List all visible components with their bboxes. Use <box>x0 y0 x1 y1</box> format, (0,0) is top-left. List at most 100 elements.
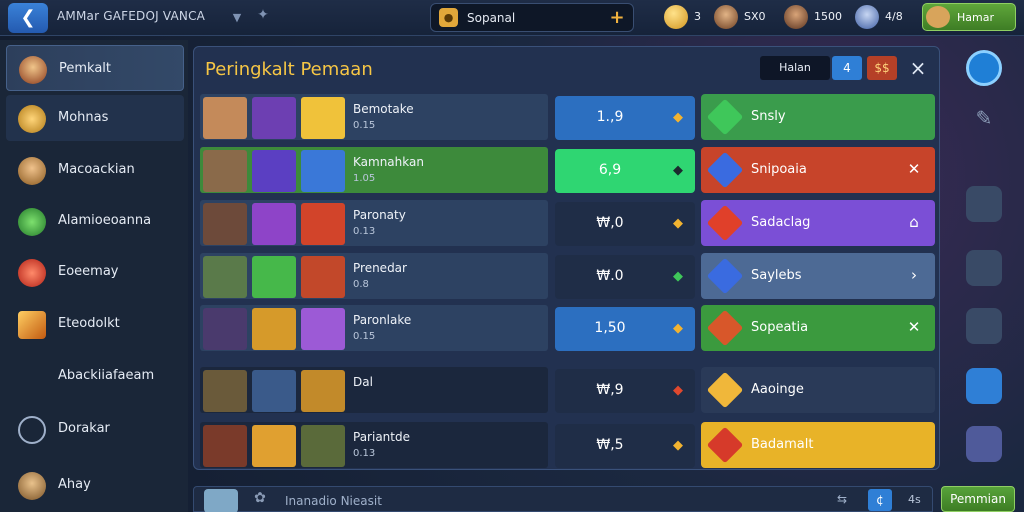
top-bar: ❮ AMMar GAFEDOJ VANCA ▼ ✦ ● Sopanal + 3 … <box>0 0 1024 36</box>
hero-avatar-icon <box>203 97 247 139</box>
sidebar-item-label: Ahay <box>58 477 91 492</box>
player-subscore: 0.13 <box>353 226 376 237</box>
player-avatar-icon <box>19 56 47 84</box>
close-icon[interactable]: × <box>904 54 932 82</box>
weapon-icon <box>252 425 296 467</box>
amber-gem-icon: ◆ <box>673 321 683 336</box>
weapon-icon <box>252 308 296 350</box>
result-cell[interactable]: Aaoinge <box>701 367 935 413</box>
result-label: Saylebs <box>751 268 802 283</box>
gear-icon[interactable]: ✿ <box>249 490 271 510</box>
green-gem-icon <box>18 208 46 236</box>
leaderboard-row[interactable]: Prenedar 0.8 ₩.0 ◆ Saylebs › <box>200 253 935 301</box>
leaderboard-row[interactable]: Paronaty 0.13 ₩,0 ◆ Sadaclag ⌂ <box>200 200 935 248</box>
leaderboard-row[interactable]: Bemotake 0.15 1.,9 ◆ Snsly <box>200 94 935 142</box>
send-button[interactable]: Pemmian <box>941 486 1015 512</box>
bag-icon[interactable] <box>966 308 1002 344</box>
leaderboard-row[interactable]: Kamnahkan 1.05 6,9 ◆ Snipoaia ✕ <box>200 147 935 195</box>
tab-blue[interactable]: 4 <box>832 56 862 80</box>
leaderboard-row[interactable]: Paronlake 0.15 1,50 ◆ Sopeatia ✕ <box>200 305 935 353</box>
sidebar-item-label: Macoackian <box>58 162 135 177</box>
leaderboard-row[interactable]: Dal ₩,9 ◆ Aaoinge <box>200 367 935 415</box>
hero-portrait-icon <box>784 5 808 29</box>
hero-avatar-icon <box>301 150 345 192</box>
chest-icon[interactable] <box>966 186 1002 222</box>
result-label: Sopeatia <box>751 320 809 335</box>
sidebar-item-pemkalt[interactable]: Pemkalt <box>6 45 184 91</box>
sidebar-item-dorakar[interactable]: Dorakar <box>6 406 184 452</box>
player-subscore: 0.8 <box>353 279 369 290</box>
resource-selector[interactable]: ● Sopanal + <box>430 3 634 32</box>
score-value: 1.,9 <box>596 109 624 125</box>
score-cell: ₩,0 ◆ <box>555 202 695 246</box>
sidebar-item-mohnas[interactable]: Mohnas <box>6 95 184 141</box>
player-subscore: 0.15 <box>353 120 376 131</box>
add-icon[interactable]: + <box>606 7 628 29</box>
result-cell[interactable]: Saylebs › <box>701 253 935 299</box>
sidebar-item-eoeemay[interactable]: Eoeemay <box>6 249 184 295</box>
result-cell[interactable]: Badamalt <box>701 422 935 468</box>
result-cell[interactable]: Sadaclag ⌂ <box>701 200 935 246</box>
row-action-icon[interactable]: ✕ <box>903 316 925 338</box>
channel-button[interactable]: ¢ <box>868 489 892 511</box>
wrench-icon[interactable]: ✎ <box>966 100 1002 136</box>
leaderboard-row[interactable]: Pariantde 0.13 ₩,5 ◆ Badamalt <box>200 422 935 470</box>
sidebar-item-label: Dorakar <box>58 421 110 436</box>
hero-avatar-icon <box>301 203 345 245</box>
panel-title: Peringkalt Pemaan <box>205 59 373 80</box>
score-cell: 1,50 ◆ <box>555 307 695 351</box>
square-button-icon[interactable] <box>966 368 1002 404</box>
chat-input[interactable]: Inanadio Nieasit <box>285 494 382 508</box>
row-action-icon[interactable]: ✕ <box>903 158 925 180</box>
score-cell: 6,9 ◆ <box>555 149 695 193</box>
helmet-avatar-icon <box>18 157 46 185</box>
result-label: Snsly <box>751 109 786 124</box>
row-action-icon[interactable] <box>903 378 925 400</box>
profile-button[interactable]: Hamar <box>922 3 1016 31</box>
group-icon[interactable] <box>966 250 1002 286</box>
hero-avatar-icon <box>203 370 247 412</box>
blue-cube-icon <box>706 257 744 295</box>
hero-avatar-icon <box>301 97 345 139</box>
sidebar-item-ahay[interactable]: Ahay <box>6 462 184 508</box>
sidebar-item-label: Pemkalt <box>59 61 112 76</box>
hero-avatar-icon <box>301 308 345 350</box>
hero-avatar-icon <box>203 308 247 350</box>
hand-icon[interactable] <box>966 426 1002 462</box>
score-value: 6,9 <box>598 162 622 178</box>
row-action-icon[interactable] <box>903 433 925 455</box>
score-cell: ₩,9 ◆ <box>555 369 695 413</box>
tab-all[interactable]: Halan <box>760 56 830 80</box>
result-cell[interactable]: Snipoaia ✕ <box>701 147 935 193</box>
dark-chevron-icon: ◆ <box>673 163 683 178</box>
score-value: ₩,9 <box>596 382 624 398</box>
sidebar-item-eteodolkt[interactable]: Eteodolkt <box>6 301 184 347</box>
amber-gem-icon: ◆ <box>673 110 683 125</box>
weapon-icon <box>252 150 296 192</box>
player-name: Dal <box>353 375 373 389</box>
pin-icon[interactable]: ✦ <box>252 7 274 29</box>
back-arrow-icon[interactable]: ❮ <box>8 3 48 33</box>
gold-emblem-icon <box>18 105 46 133</box>
sidebar-item-macoackian[interactable]: Macoackian <box>6 147 184 193</box>
hero-avatar-icon <box>301 370 345 412</box>
gold-cube-icon <box>706 371 744 409</box>
result-cell[interactable]: Sopeatia ✕ <box>701 305 935 351</box>
sidebar-item-abackiiafaeam[interactable]: Abackiiafaeam <box>6 353 184 399</box>
weapon-icon <box>252 203 296 245</box>
row-action-icon[interactable] <box>903 105 925 127</box>
weapon-icon <box>252 256 296 298</box>
compass-icon <box>18 416 46 444</box>
tab-red[interactable]: $$ <box>867 56 897 80</box>
row-action-icon[interactable]: › <box>903 264 925 286</box>
chevron-down-icon[interactable]: ▼ <box>227 8 247 28</box>
sword-icon <box>18 311 46 339</box>
ring-icon[interactable] <box>966 50 1002 86</box>
sidebar-item-alamioeoanna[interactable]: Alamioeoanna <box>6 198 184 244</box>
crossed-swords-icon <box>706 309 744 347</box>
row-action-icon[interactable]: ⌂ <box>903 211 925 233</box>
result-cell[interactable]: Snsly <box>701 94 935 140</box>
weapon-icon <box>252 370 296 412</box>
swap-icon[interactable]: ⇆ <box>837 492 847 506</box>
result-label: Badamalt <box>751 437 814 452</box>
